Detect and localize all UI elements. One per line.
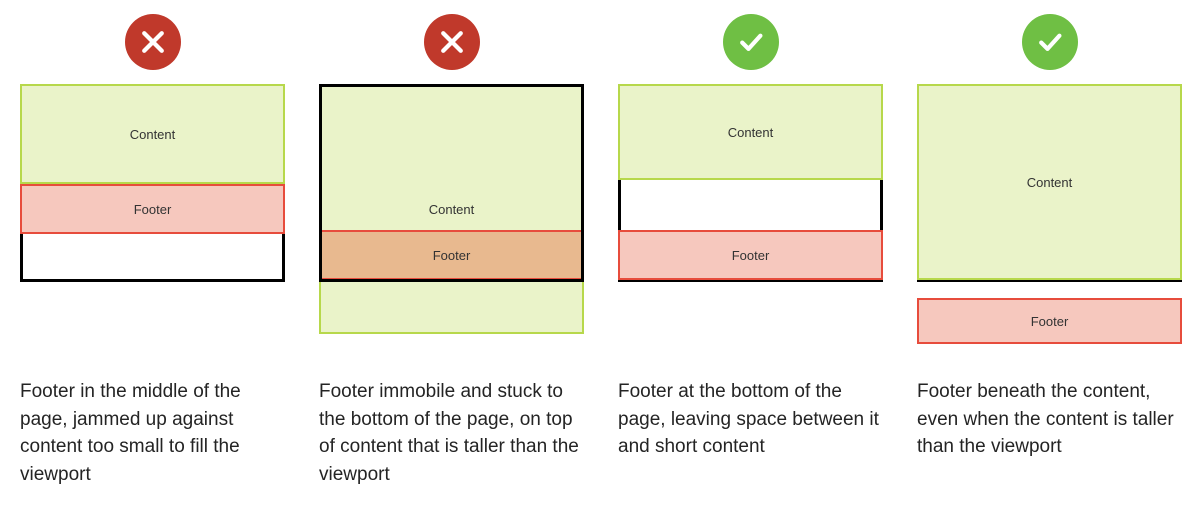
content-label: Content: [130, 127, 176, 142]
diagram-1: Content Footer Footer in the middle of t…: [20, 14, 285, 488]
layout-illustration: Content Footer: [618, 84, 883, 344]
diagram-2: Content Footer Footer immobile and stuck…: [319, 14, 584, 488]
layout-illustration: Content Footer: [917, 84, 1182, 344]
caption: Footer in the middle of the page, jammed…: [20, 378, 285, 488]
layout-illustration: Content Footer: [319, 84, 584, 344]
diagram-4: Content Footer Footer beneath the conten…: [917, 14, 1182, 488]
layout-illustration: Content Footer: [20, 84, 285, 344]
viewport-frame: [319, 84, 584, 282]
footer-label: Footer: [1031, 314, 1069, 329]
cross-icon: [125, 14, 181, 70]
footer-label: Footer: [134, 202, 172, 217]
caption: Footer immobile and stuck to the bottom …: [319, 378, 584, 488]
content-region: Content: [20, 84, 285, 184]
content-label: Content: [1027, 175, 1073, 190]
diagram-row: Content Footer Footer in the middle of t…: [20, 14, 1180, 488]
content-label: Content: [728, 125, 774, 140]
check-icon: [1022, 14, 1078, 70]
content-region: Content: [917, 84, 1182, 280]
cross-icon: [424, 14, 480, 70]
check-icon: [723, 14, 779, 70]
caption: Footer at the bottom of the page, leavin…: [618, 378, 883, 461]
footer-label: Footer: [732, 248, 770, 263]
caption: Footer beneath the content, even when th…: [917, 378, 1182, 461]
footer-region: Footer: [618, 230, 883, 280]
content-region: Content: [618, 84, 883, 180]
diagram-3: Content Footer Footer at the bottom of t…: [618, 14, 883, 488]
footer-region: Footer: [20, 184, 285, 234]
footer-region: Footer: [917, 298, 1182, 344]
